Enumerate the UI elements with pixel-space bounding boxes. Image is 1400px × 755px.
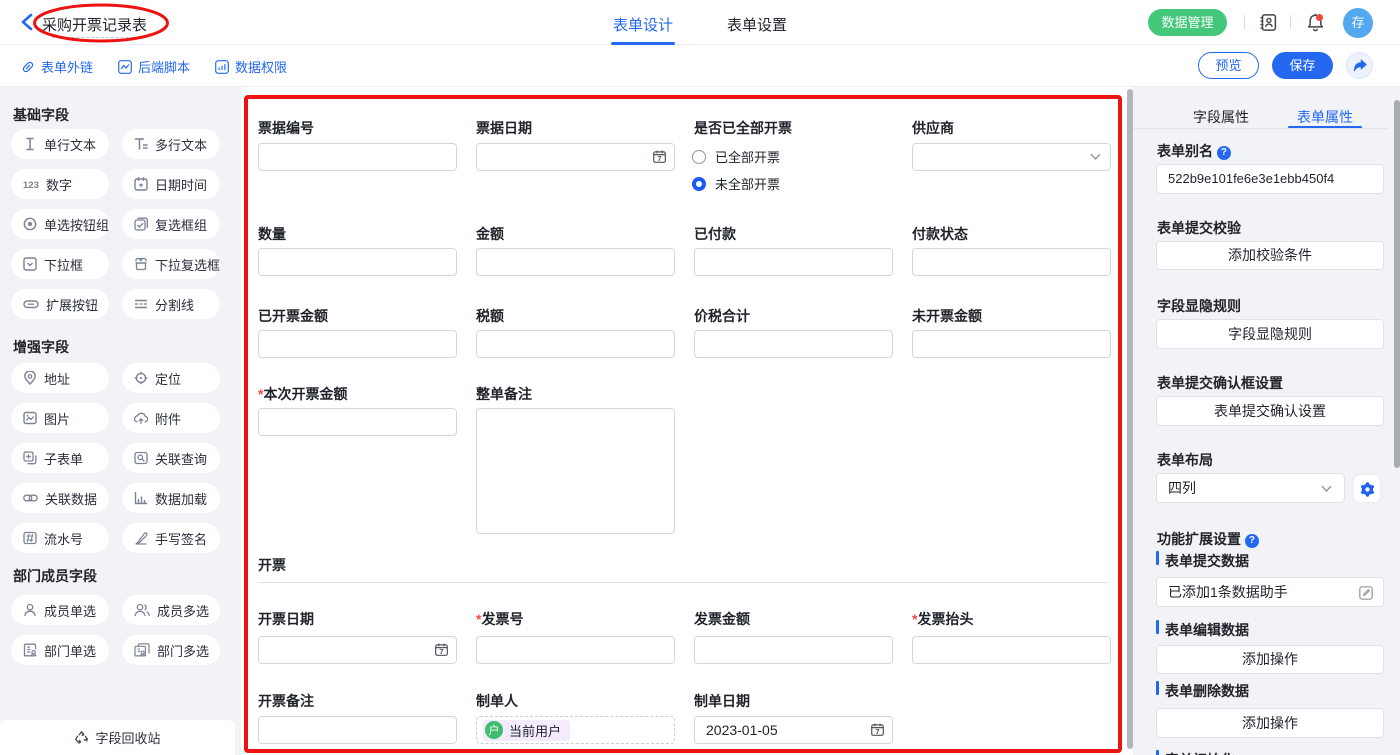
svg-text:123: 123 (23, 180, 39, 189)
svg-text:7: 7 (875, 727, 879, 736)
svg-text:7: 7 (439, 647, 443, 656)
svg-text:7: 7 (657, 154, 661, 163)
